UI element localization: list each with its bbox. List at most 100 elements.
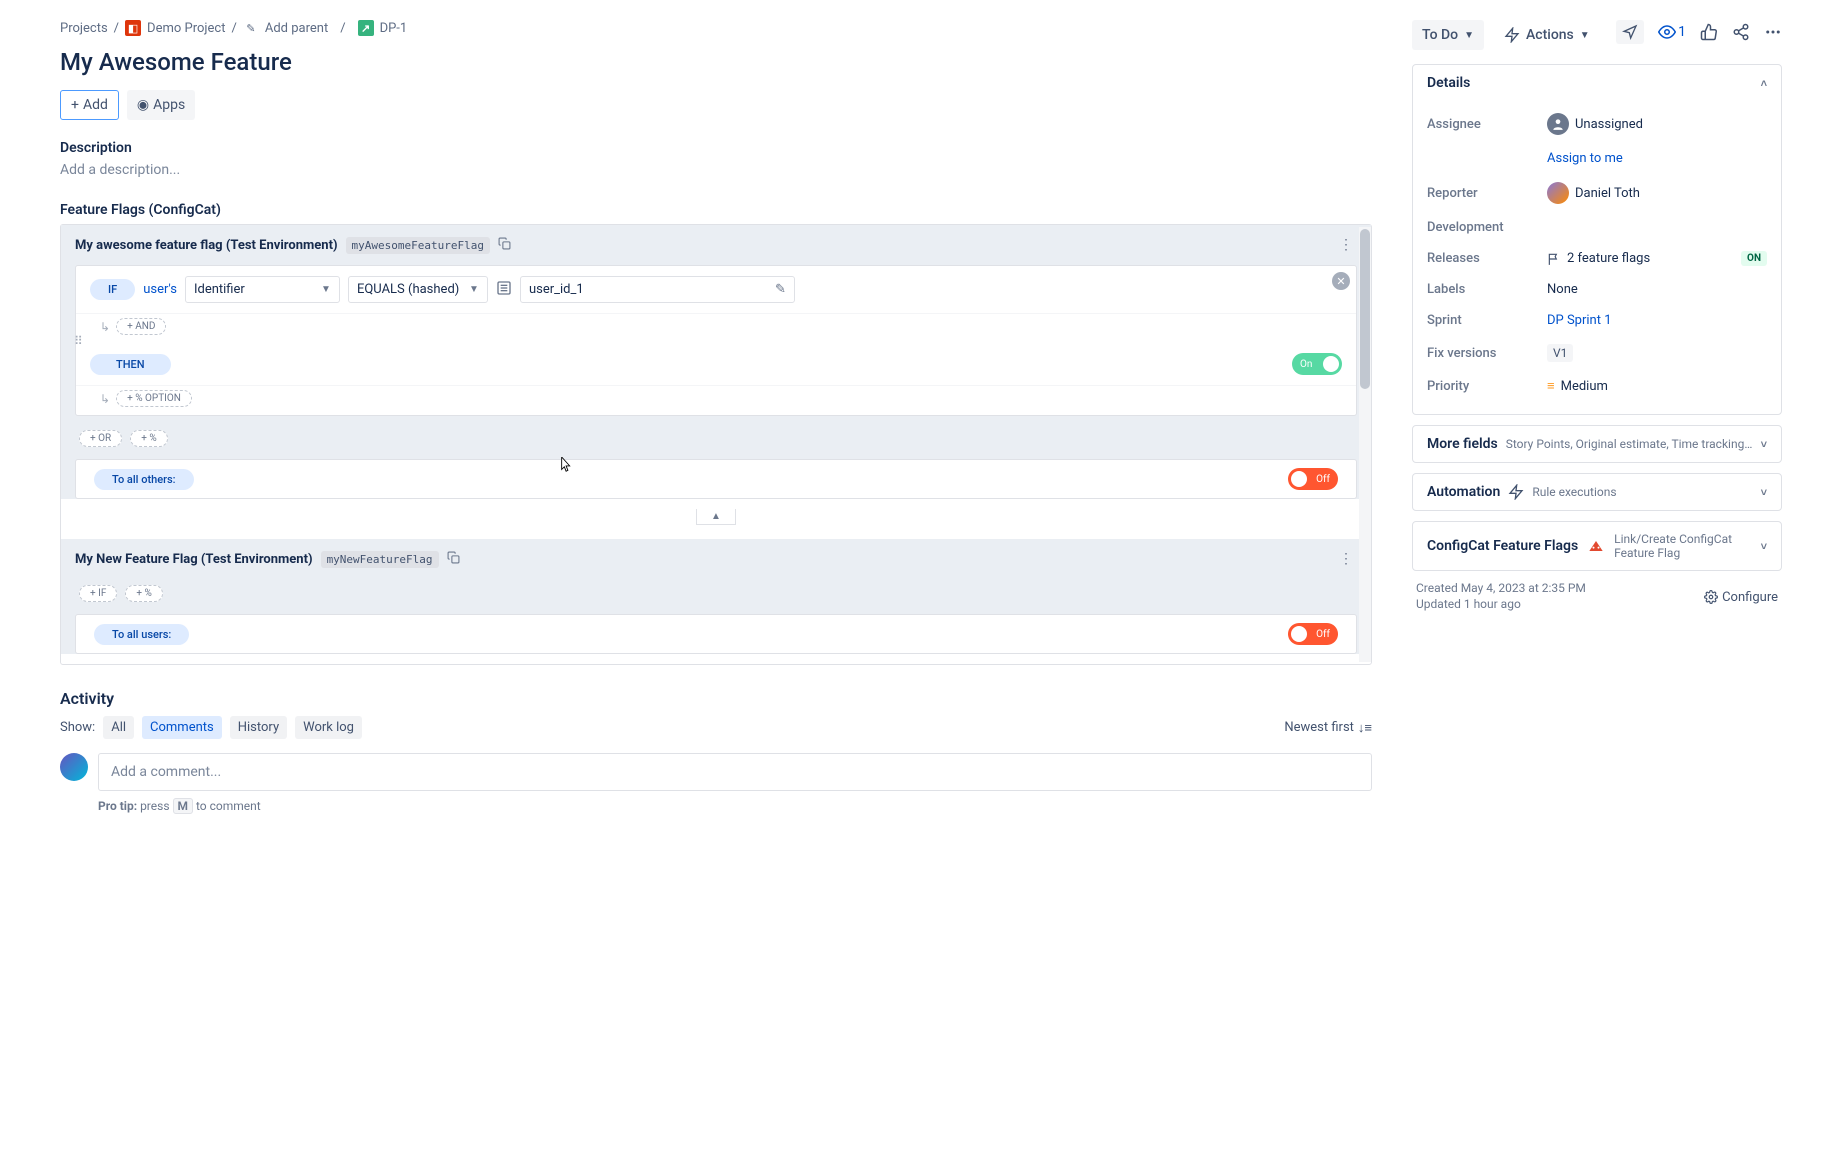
assign-to-me-link[interactable]: Assign to me: [1547, 151, 1623, 166]
flag1-header: My awesome feature flag (Test Environmen…: [61, 225, 1371, 265]
flag1-title: My awesome feature flag (Test Environmen…: [75, 238, 338, 253]
reporter-label: Reporter: [1427, 186, 1547, 201]
chevron-down-icon: ˅: [1761, 438, 1767, 451]
then-toggle-on[interactable]: On: [1292, 353, 1342, 375]
user-id-input[interactable]: user_id_1✎: [520, 276, 795, 303]
more-fields-panel[interactable]: More fieldsStory Points, Original estima…: [1412, 425, 1782, 463]
activity-heading: Activity: [60, 689, 1372, 708]
configcat-panel[interactable]: ConfigCat Feature FlagsLink/Create Confi…: [1412, 521, 1782, 571]
add-pct-button[interactable]: + %: [125, 585, 162, 602]
breadcrumb: Projects / ◧ Demo Project / ✎ Add parent…: [60, 20, 1372, 36]
tab-comments[interactable]: Comments: [142, 716, 222, 739]
chevron-down-icon: ▼: [1580, 30, 1590, 41]
fix-value[interactable]: V1: [1547, 344, 1573, 362]
copy-icon[interactable]: [498, 237, 511, 254]
kebab-icon[interactable]: ⋮: [1335, 233, 1357, 257]
to-all-users-row: To all users: Off: [75, 614, 1357, 654]
tab-history[interactable]: History: [230, 716, 287, 739]
list-icon[interactable]: [496, 280, 512, 300]
to-all-users-pill: To all users:: [94, 624, 189, 645]
breadcrumb-add-parent[interactable]: Add parent: [265, 21, 328, 36]
reporter-value[interactable]: Daniel Toth: [1575, 186, 1640, 201]
add-if-button[interactable]: + IF: [79, 585, 117, 602]
description-placeholder[interactable]: Add a description...: [60, 162, 1372, 178]
gear-icon: [1704, 590, 1718, 604]
to-all-others-pill: To all others:: [94, 469, 194, 490]
edit-icon[interactable]: ✎: [775, 282, 786, 297]
tab-worklog[interactable]: Work log: [295, 716, 362, 739]
add-and-button[interactable]: + AND: [116, 318, 166, 335]
priority-value[interactable]: Medium: [1561, 379, 1608, 394]
details-header[interactable]: Details˄: [1413, 65, 1781, 101]
priority-label: Priority: [1427, 379, 1547, 394]
breadcrumb-demo[interactable]: Demo Project: [147, 21, 225, 36]
page-action-icons: 1: [1616, 20, 1782, 44]
like-icon[interactable]: [1700, 23, 1718, 41]
add-button[interactable]: +Add: [60, 90, 119, 120]
labels-value[interactable]: None: [1547, 282, 1578, 297]
then-pill: THEN: [90, 354, 171, 375]
add-pct-button[interactable]: + %: [130, 430, 167, 447]
plus-icon: +: [71, 97, 79, 113]
flag1-rule: ✕ ⠿ IF user's Identifier▼ EQUALS (hashed…: [75, 265, 1357, 416]
sub-arrow-icon: ↳: [100, 392, 110, 406]
feedback-icon[interactable]: [1616, 20, 1644, 44]
activity-section: Activity Show: All Comments History Work…: [60, 689, 1372, 813]
kebab-icon[interactable]: ⋮: [1335, 547, 1357, 571]
project-icon: ◧: [125, 20, 141, 36]
current-user-avatar: [60, 753, 88, 781]
meta-row: Created May 4, 2023 at 2:35 PM Updated 1…: [1412, 581, 1782, 613]
others-toggle-off[interactable]: Off: [1288, 468, 1338, 490]
releases-value[interactable]: 2 feature flags: [1567, 251, 1650, 266]
copy-icon[interactable]: [447, 551, 460, 568]
add-option-button[interactable]: + % OPTION: [116, 390, 192, 407]
more-icon[interactable]: [1764, 23, 1782, 41]
and-sub-row: ↳ + AND: [76, 314, 1356, 343]
actions-dropdown[interactable]: Actions▼: [1494, 20, 1600, 50]
issue-toolbar: +Add ◉Apps: [60, 90, 1372, 120]
scrollbar[interactable]: [1359, 227, 1371, 662]
status-dropdown[interactable]: To Do▼: [1412, 20, 1484, 50]
users-toggle-off[interactable]: Off: [1288, 623, 1338, 645]
watch-icon[interactable]: 1: [1658, 23, 1686, 41]
feature-flags-panel: My awesome feature flag (Test Environmen…: [60, 224, 1372, 665]
option-sub-row: ↳ + % OPTION: [76, 386, 1356, 415]
chevron-up-icon: ˄: [1761, 77, 1767, 90]
protip: Pro tip: press M to comment: [98, 799, 1372, 813]
reporter-avatar: [1547, 182, 1569, 204]
close-icon[interactable]: ✕: [1332, 272, 1350, 290]
identifier-dropdown[interactable]: Identifier▼: [185, 276, 340, 303]
equals-dropdown[interactable]: EQUALS (hashed)▼: [348, 276, 488, 303]
development-label: Development: [1427, 220, 1547, 235]
users-text: user's: [143, 282, 177, 297]
assignee-value[interactable]: Unassigned: [1575, 117, 1643, 132]
flag1-key: myAwesomeFeatureFlag: [346, 237, 490, 254]
breadcrumb-issue-key[interactable]: DP-1: [380, 21, 408, 36]
configure-button[interactable]: Configure: [1704, 590, 1778, 605]
activity-tabs: Show: All Comments History Work log Newe…: [60, 716, 1372, 739]
description-label: Description: [60, 140, 1372, 156]
add-or-button[interactable]: + OR: [79, 430, 122, 447]
issue-title[interactable]: My Awesome Feature: [60, 48, 1372, 76]
sort-newest[interactable]: Newest first↓≡: [1284, 720, 1372, 736]
scroll-thumb[interactable]: [1360, 229, 1370, 389]
if-pill: IF: [90, 279, 135, 300]
sprint-value[interactable]: DP Sprint 1: [1547, 313, 1612, 328]
breadcrumb-projects[interactable]: Projects: [60, 21, 108, 36]
flag2-btn-row: + IF + %: [61, 579, 1371, 608]
feature-flags-heading: Feature Flags (ConfigCat): [60, 202, 1372, 218]
comment-input[interactable]: Add a comment...: [98, 753, 1372, 791]
chevron-down-icon: ˅: [1761, 540, 1767, 553]
tab-all[interactable]: All: [103, 716, 134, 739]
created-text: Created May 4, 2023 at 2:35 PM: [1416, 581, 1586, 595]
flag-icon: [1547, 252, 1561, 266]
details-panel: Details˄ AssigneeUnassigned Assign to me…: [1412, 64, 1782, 415]
sort-icon: ↓≡: [1358, 720, 1372, 736]
drag-handle-icon[interactable]: ⠿: [74, 334, 83, 348]
collapse-button[interactable]: ▲: [696, 509, 736, 525]
unassigned-avatar-icon: [1547, 113, 1569, 135]
flag2-key: myNewFeatureFlag: [321, 551, 439, 568]
apps-button[interactable]: ◉Apps: [127, 90, 195, 120]
automation-panel[interactable]: AutomationRule executions˅: [1412, 473, 1782, 511]
share-icon[interactable]: [1732, 23, 1750, 41]
